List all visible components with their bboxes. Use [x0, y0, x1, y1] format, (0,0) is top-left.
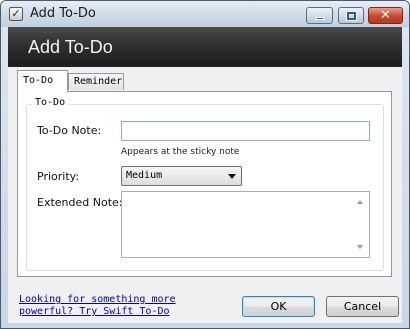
priority-value: Medium: [126, 170, 163, 181]
priority-select[interactable]: Medium: [121, 166, 242, 186]
minimize-button[interactable]: [306, 7, 333, 24]
window-title: Add To-Do: [30, 6, 96, 21]
todo-note-hint: Appears at the sticky note: [121, 147, 240, 157]
tab-todo[interactable]: To-Do: [17, 70, 68, 92]
minimize-icon: [316, 17, 324, 20]
maximize-button[interactable]: [338, 7, 364, 24]
todo-group-box: To-Do To-Do Note: Appears at the sticky …: [26, 97, 384, 271]
priority-label: Priority:: [37, 170, 80, 183]
chevron-down-icon: [228, 174, 236, 179]
todo-note-input[interactable]: [121, 121, 370, 141]
dialog-content: To-Do Reminder To-Do To-Do Note: Appears…: [8, 67, 402, 323]
maximize-icon: [346, 11, 357, 21]
todo-note-label: To-Do Note:: [37, 124, 102, 137]
todo-tab-panel: To-Do To-Do Note: Appears at the sticky …: [17, 91, 392, 277]
cancel-button[interactable]: Cancel: [326, 296, 399, 317]
banner-title: Add To-Do: [28, 37, 113, 57]
group-legend: To-Do: [32, 97, 69, 108]
scroll-up-arrow-icon[interactable]: [357, 200, 363, 204]
extended-note-label: Extended Note:: [37, 196, 123, 209]
add-todo-dialog: ✓ Add To-Do ✕ Add To-Do To-Do Reminder T…: [0, 0, 410, 329]
app-check-icon: ✓: [9, 7, 23, 21]
scroll-down-arrow-icon[interactable]: [357, 245, 363, 249]
header-banner: Add To-Do: [8, 27, 402, 67]
ok-button[interactable]: OK: [242, 296, 315, 317]
extended-note-scrollbar[interactable]: [352, 192, 369, 257]
extended-note-textarea[interactable]: [121, 191, 370, 258]
close-button[interactable]: ✕: [368, 7, 403, 24]
tab-reminder[interactable]: Reminder: [68, 73, 124, 90]
swift-todo-link[interactable]: Looking for something more powerful? Try…: [19, 294, 189, 318]
close-icon: ✕: [380, 8, 391, 23]
title-bar[interactable]: ✓ Add To-Do ✕: [1, 1, 409, 27]
